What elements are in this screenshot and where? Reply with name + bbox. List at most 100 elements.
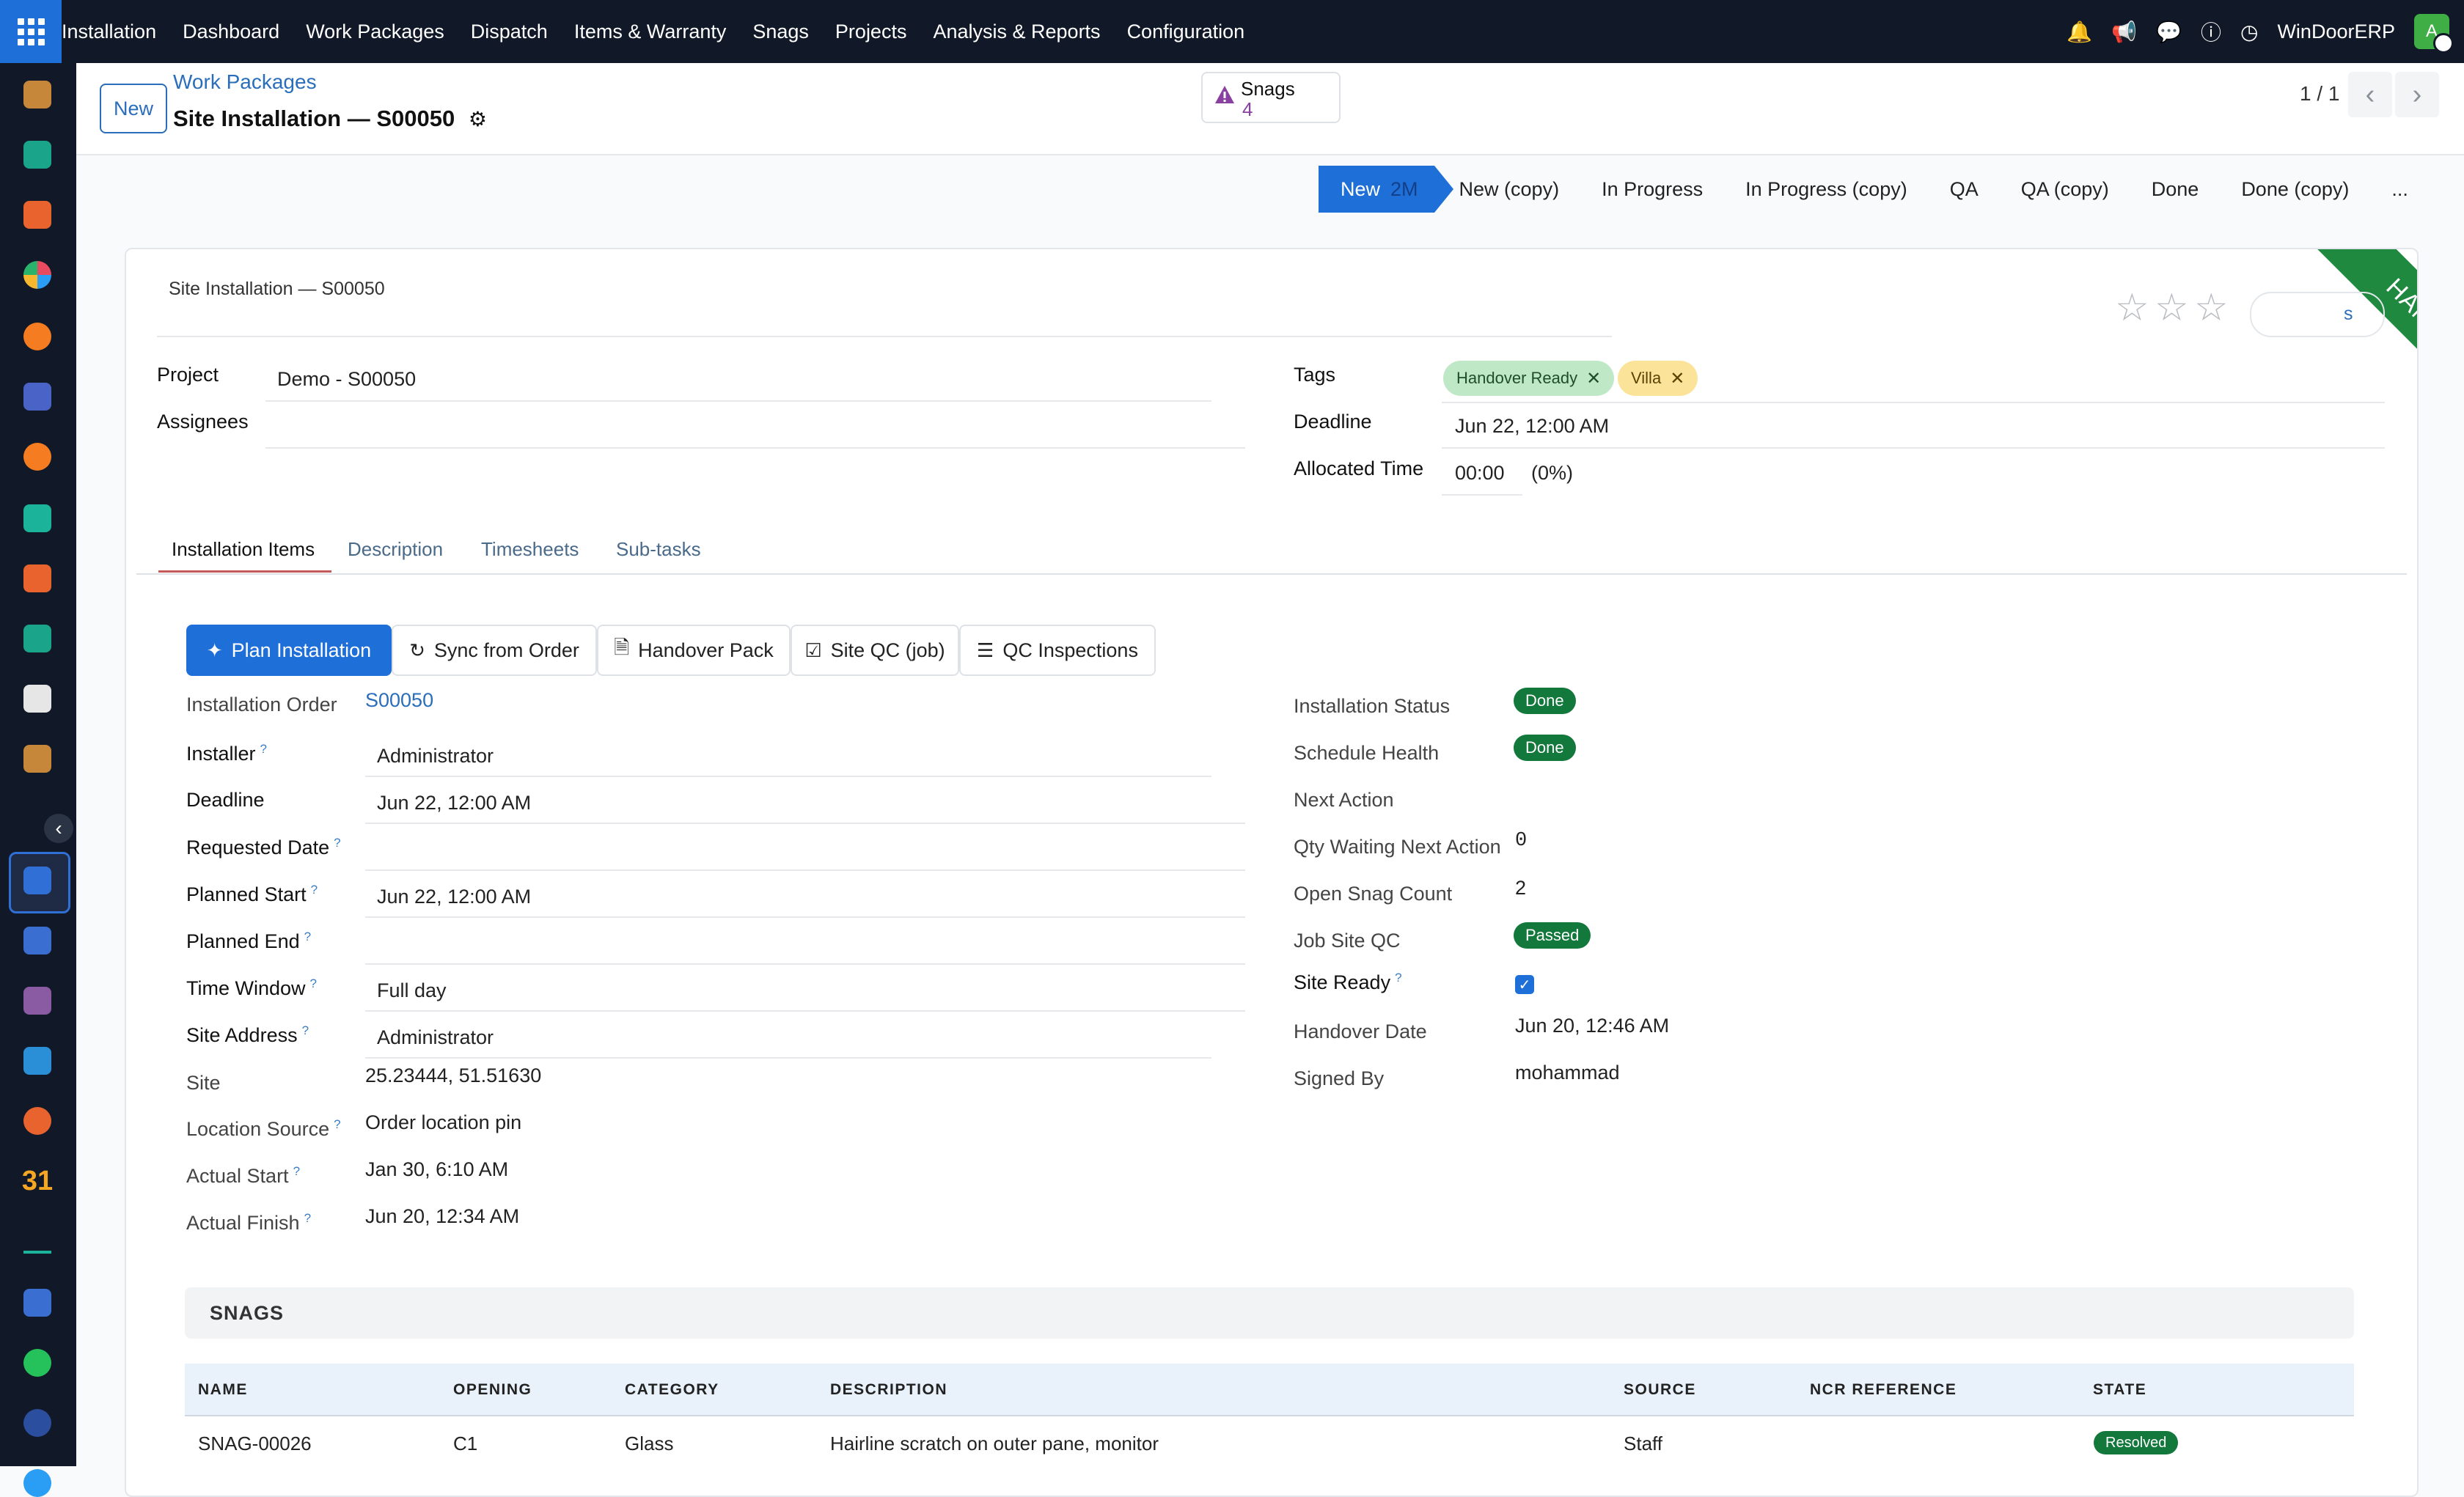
tab-description[interactable]: Description [348,538,443,561]
priority-star-icon-2[interactable]: ☆ [2155,286,2189,330]
record-name-field[interactable]: Site Installation — S00050 [169,279,385,300]
nav-item-projects[interactable]: Projects [835,21,907,43]
tab-installation-items[interactable]: Installation Items [172,538,315,561]
stage-new[interactable]: New 2M [1319,166,1453,213]
app-icon-2[interactable] [23,141,51,169]
bell-icon[interactable]: 🔔 [2067,20,2092,44]
app-icon-8[interactable] [23,504,51,532]
pager-previous-button[interactable]: ‹ [2348,72,2392,117]
app-icon-17[interactable] [23,1107,51,1135]
snags-smart-button[interactable]: Snags 4 [1201,72,1341,123]
help-icon[interactable]: ? [304,930,311,944]
nav-item-configuration[interactable]: Configuration [1127,21,1245,43]
pager-next-button[interactable]: › [2395,72,2439,117]
stage-done-copy[interactable]: Done (copy) [2241,178,2349,201]
app-icon-6[interactable] [23,383,51,411]
qc-inspections-button[interactable]: ☰ QC Inspections [959,625,1156,676]
header-stat-button[interactable]: s [2250,292,2385,337]
priority-star-icon-3[interactable]: ☆ [2194,286,2229,330]
stage-more[interactable]: ... [2391,178,2408,201]
breadcrumb-work-packages[interactable]: Work Packages [173,70,317,94]
avatar[interactable]: A [2414,14,2454,54]
tab-sub-tasks[interactable]: Sub-tasks [616,538,701,561]
app-icon-5[interactable] [23,323,51,350]
site-ready-checkbox[interactable]: ✓ [1515,975,1534,994]
column-header-source[interactable]: SOURCE [1624,1381,1696,1399]
nav-item-analysis-reports[interactable]: Analysis & Reports [933,21,1100,43]
app-icon-23[interactable] [23,1469,51,1497]
stage-new-copy[interactable]: New (copy) [1459,178,1560,201]
planned-start-field[interactable]: Jun 22, 12:00 AM [377,886,531,908]
stage-qa-copy[interactable]: QA (copy) [2021,178,2109,201]
column-header-opening[interactable]: OPENING [453,1381,532,1399]
app-icon-15[interactable] [23,987,51,1015]
deadline-field[interactable]: Jun 22, 12:00 AM [1455,415,1609,438]
stage-qa[interactable]: QA [1950,178,1979,201]
app-icon-12[interactable] [23,745,51,773]
help-icon[interactable]: ? [1395,971,1401,985]
assignees-field[interactable] [265,447,1245,449]
stage-in-progress-copy[interactable]: In Progress (copy) [1745,178,1907,201]
tag-remove-icon[interactable]: ✕ [1670,368,1684,389]
column-header-category[interactable]: CATEGORY [625,1381,719,1399]
help-icon[interactable]: ? [310,976,317,990]
app-icon-4[interactable] [23,261,51,289]
tag-remove-icon[interactable]: ✕ [1586,368,1601,389]
sync-from-order-button[interactable]: ↻ Sync from Order [392,625,597,676]
pager-value[interactable]: 1 / 1 [2300,82,2339,106]
nav-item-dashboard[interactable]: Dashboard [183,21,279,43]
app-icon-11[interactable] [23,685,51,713]
planned-end-field[interactable] [365,963,1245,965]
app-icon-22[interactable] [23,1409,51,1437]
installer-field[interactable]: Administrator [377,745,494,768]
nav-app-name[interactable]: Installation [62,21,156,43]
column-header-description[interactable]: DESCRIPTION [830,1381,947,1399]
requested-date-field[interactable] [365,869,1245,871]
calendar-app-icon[interactable]: 31 [22,1166,53,1196]
sidebar-collapse-button[interactable]: ‹ [44,814,73,843]
column-header-ncr-reference[interactable]: NCR REFERENCE [1810,1381,1957,1399]
app-icon-19[interactable] [23,1229,51,1254]
stage-in-progress[interactable]: In Progress [1602,178,1703,201]
help-icon[interactable]: ? [334,1117,340,1131]
app-icon-9[interactable] [23,564,51,592]
help-icon[interactable]: ? [311,883,318,897]
nav-item-dispatch[interactable]: Dispatch [471,21,548,43]
stage-done[interactable]: Done [2152,178,2199,201]
app-icon-1[interactable] [23,81,51,108]
priority-star-icon-1[interactable]: ☆ [2115,286,2149,330]
help-icon[interactable]: ? [293,1164,300,1178]
apps-menu-button[interactable] [0,0,62,63]
whatsapp-app-icon[interactable] [23,1349,51,1377]
column-header-state[interactable]: STATE [2093,1381,2146,1399]
nav-item-work-packages[interactable]: Work Packages [306,21,444,43]
megaphone-icon[interactable]: 📢 [2111,20,2137,44]
column-header-name[interactable]: NAME [198,1381,248,1399]
installation-app-icon[interactable] [23,867,51,894]
help-icon[interactable]: ? [260,742,267,756]
installation-deadline-field[interactable]: Jun 22, 12:00 AM [377,792,531,814]
tab-timesheets[interactable]: Timesheets [481,538,579,561]
help-icon[interactable]: ? [304,1211,311,1225]
installation-order-link[interactable]: S00050 [365,689,433,712]
time-window-field[interactable]: Full day [377,979,447,1002]
app-icon-20[interactable] [23,1289,51,1317]
site-qc-job-button[interactable]: ☑ Site QC (job) [791,625,959,676]
tag-handover-ready[interactable]: Handover Ready ✕ [1443,361,1615,396]
plan-installation-button[interactable]: ✦ Plan Installation [186,625,392,676]
app-icon-10[interactable] [23,625,51,652]
gear-icon[interactable]: ⚙ [469,108,487,130]
app-icon-16[interactable] [23,1047,51,1075]
allocated-time-field[interactable]: 00:00 [1455,462,1505,485]
app-icon-3[interactable] [23,201,51,229]
nav-item-items-warranty[interactable]: Items & Warranty [574,21,727,43]
project-field[interactable]: Demo - S00050 [277,368,416,391]
nav-item-snags[interactable]: Snags [752,21,809,43]
app-icon-7[interactable] [23,443,51,471]
help-icon[interactable]: ⓘ [2201,17,2221,46]
new-record-button[interactable]: New [100,84,167,133]
clock-icon[interactable]: ◷ [2240,20,2258,44]
company-name[interactable]: WinDoorERP [2277,21,2395,43]
help-icon[interactable]: ? [334,836,340,850]
site-address-field[interactable]: Administrator [377,1026,494,1049]
